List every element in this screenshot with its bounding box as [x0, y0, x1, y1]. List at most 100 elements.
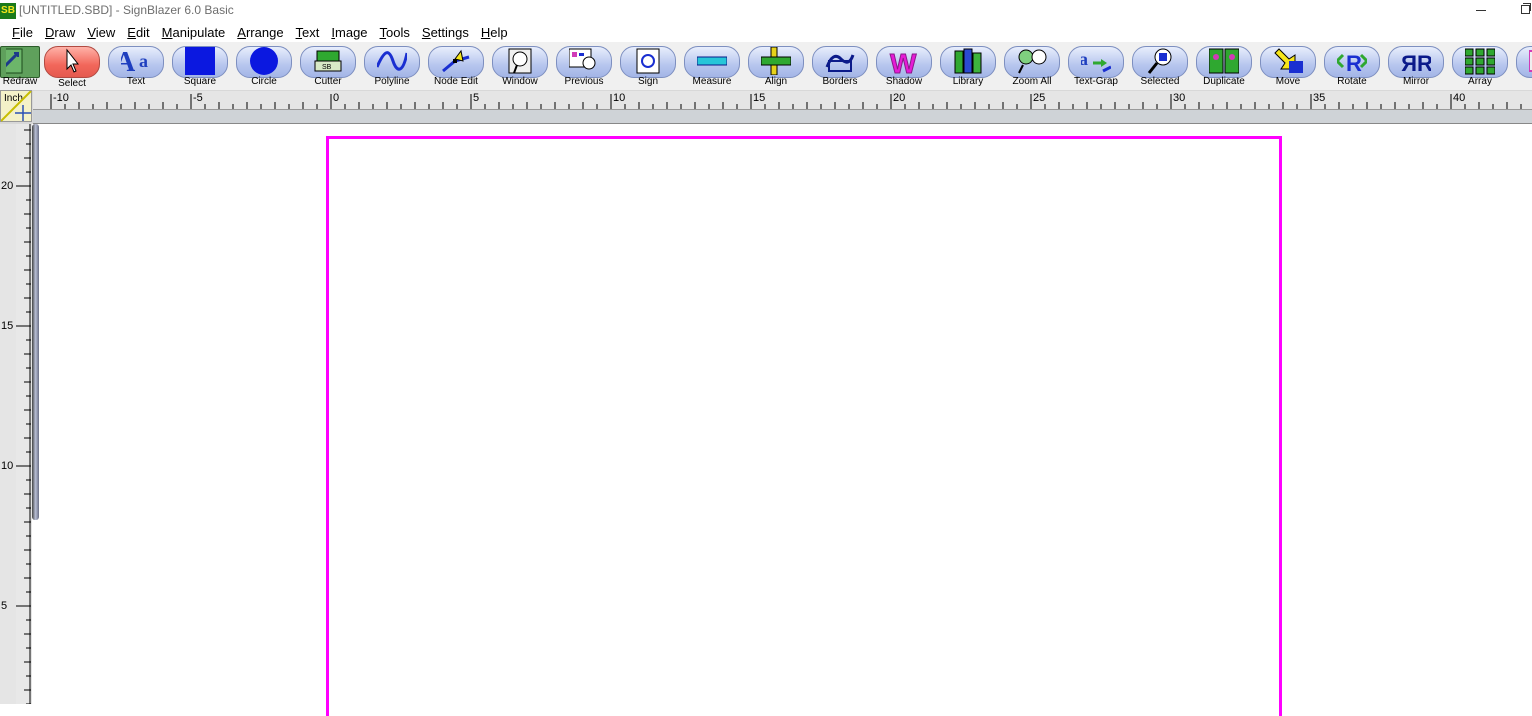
ruler-label: 25	[1033, 92, 1045, 104]
tool-label: Select	[58, 78, 86, 89]
menu-accelerator: A	[237, 24, 246, 40]
rotate-button[interactable]: R Rotate	[1323, 45, 1381, 89]
previous-button[interactable]: Previous	[555, 45, 613, 89]
menu-label: mage	[335, 24, 368, 40]
drawing-canvas[interactable]	[40, 124, 1532, 716]
menu-accelerator: V	[87, 24, 96, 40]
redraw-icon	[6, 48, 23, 74]
mirror-button[interactable]: R R Mirror	[1387, 45, 1445, 89]
menu-bar: File Draw View Edit Manipulate Arrange Text Ima…	[0, 22, 1532, 42]
borders-button[interactable]: Borders	[811, 45, 869, 89]
tool-label: Measure	[692, 76, 732, 87]
sign-button[interactable]: Sign	[619, 45, 677, 89]
minimize-button[interactable]	[1474, 2, 1488, 16]
ruler-label: 35	[1313, 92, 1325, 104]
menu-manipulate[interactable]: Manipulate	[162, 25, 226, 40]
ruler-label: 15	[1, 320, 14, 332]
tool-label: Redraw	[2, 76, 38, 87]
menu-text[interactable]: Text	[296, 25, 320, 40]
title-bar: SB [UNTITLED.SBD] - SignBlazer 6.0 Basic	[0, 0, 1532, 22]
vertical-scrollbar[interactable]	[32, 124, 39, 520]
menu-label: iew	[95, 24, 116, 40]
svg-text:W: W	[890, 48, 917, 75]
text-grap-button[interactable]: a Text-Grap	[1067, 45, 1125, 89]
menu-help[interactable]: Help	[481, 25, 508, 40]
sign-icon	[636, 48, 660, 74]
menu-label: ettings	[430, 24, 469, 40]
window-title: [UNTITLED.SBD] - SignBlazer 6.0 Basic	[19, 3, 234, 17]
tool-label: Square	[183, 76, 217, 87]
menu-tools[interactable]: Tools	[380, 25, 410, 40]
svg-text:R: R	[1346, 51, 1362, 75]
tool-label: Text-Grap	[1074, 76, 1118, 87]
more-tools-button[interactable]	[1515, 45, 1532, 89]
move-button[interactable]: Move	[1259, 45, 1317, 89]
zoom-all-button[interactable]: Zoom All	[1003, 45, 1061, 89]
square-button[interactable]: Square	[171, 45, 229, 89]
cutter-icon: SB	[314, 50, 342, 72]
tool-label: Array	[1468, 76, 1492, 87]
tool-label: Rotate	[1337, 76, 1367, 87]
tool-label: Mirror	[1402, 76, 1430, 87]
ruler-label: -5	[193, 92, 203, 104]
tool-label: Align	[764, 76, 788, 87]
text-aa-icon: Aa	[121, 47, 148, 75]
menu-file[interactable]: File	[12, 25, 33, 40]
vertical-ruler: 20 15 10 5	[0, 124, 32, 705]
circle-button[interactable]: Circle	[235, 45, 293, 89]
menu-image[interactable]: Image	[331, 25, 367, 40]
align-button[interactable]: Align	[747, 45, 805, 89]
ruler-label: 5	[473, 92, 479, 104]
polyline-button[interactable]: Polyline	[363, 45, 421, 89]
measure-icon	[697, 56, 727, 66]
menu-view[interactable]: View	[87, 25, 115, 40]
measure-button[interactable]: Measure	[683, 45, 741, 89]
horizontal-ruler-scale: -10 -5 0 5 10 15 20 25 30 35 40	[33, 91, 1532, 110]
menu-settings[interactable]: Settings	[422, 25, 469, 40]
menu-label: rrange	[245, 24, 284, 40]
ruler-label: 10	[1, 460, 14, 472]
menu-label: raw	[54, 24, 76, 40]
tool-label: Circle	[251, 76, 277, 87]
menu-arrange[interactable]: Arrange	[237, 25, 283, 40]
previous-view-icon	[569, 48, 596, 70]
node-edit-icon	[442, 49, 470, 73]
menu-edit[interactable]: Edit	[127, 25, 149, 40]
menu-label: ext	[302, 24, 320, 40]
node-edit-button[interactable]: Node Edit	[427, 45, 485, 89]
crosshair-icon	[1, 91, 32, 122]
svg-text:R: R	[1417, 51, 1431, 75]
array-button[interactable]: Array	[1451, 45, 1509, 89]
array-icon	[1465, 48, 1495, 75]
restore-button[interactable]	[1518, 2, 1532, 16]
ruler-label: 15	[753, 92, 765, 104]
svg-text:A: A	[121, 47, 136, 75]
menu-draw[interactable]: Draw	[45, 25, 75, 40]
shadow-icon: W	[890, 48, 918, 76]
tool-label: Text	[126, 76, 146, 87]
library-button[interactable]: Library	[939, 45, 997, 89]
tool-label: Node Edit	[434, 76, 478, 87]
horizontal-scroll-strip[interactable]	[33, 110, 1532, 124]
window-button[interactable]: Window	[491, 45, 549, 89]
text-button[interactable]: Aa Text	[107, 45, 165, 89]
cutter-button[interactable]: SB Cutter	[299, 45, 357, 89]
menu-accelerator: D	[44, 24, 55, 40]
selected-button[interactable]: Selected	[1131, 45, 1189, 89]
select-button[interactable]: Select	[43, 45, 101, 90]
ruler-label: 30	[1173, 92, 1185, 104]
shadow-button[interactable]: W Shadow	[875, 45, 933, 89]
menu-label: elp	[490, 24, 508, 40]
tool-label: Previous	[564, 76, 604, 87]
align-icon	[761, 47, 791, 75]
ruler-unit-corner[interactable]: Inch	[0, 90, 32, 122]
mirror-icon: RR	[1401, 51, 1431, 75]
horizontal-ruler: -10 -5 0 5 10 15 20 25 30 35 40	[0, 90, 1532, 124]
ruler-label: 10	[613, 92, 625, 104]
main-toolbar: Redraw Select Aa Text Square Circle SB Cutter Po…	[0, 42, 1532, 90]
tool-label: Zoom All	[1012, 76, 1052, 87]
tool-label: Duplicate	[1203, 76, 1245, 87]
duplicate-button[interactable]: Duplicate	[1195, 45, 1253, 89]
ruler-label: 0	[333, 92, 339, 104]
ruler-label: 40	[1453, 92, 1465, 104]
